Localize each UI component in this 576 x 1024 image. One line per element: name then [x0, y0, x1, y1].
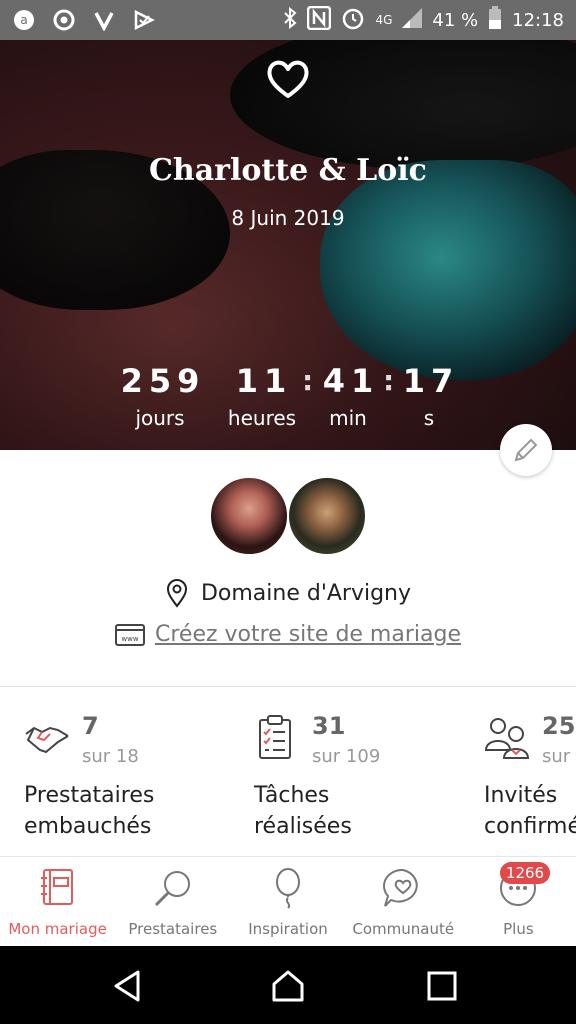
- recents-icon[interactable]: [424, 968, 460, 1004]
- stat-total: sur: [542, 746, 571, 767]
- stat-guests[interactable]: 25 sur Invités confirmés: [484, 712, 576, 852]
- couple-names: Charlotte & Loïc: [149, 153, 427, 188]
- stat-value: 31: [312, 712, 346, 740]
- notification-badge: 1266: [500, 862, 550, 884]
- battery-level: 41 %: [432, 9, 479, 31]
- checklist-icon: [259, 715, 291, 759]
- stat-label-line: Prestataires: [24, 783, 155, 808]
- nfc-icon: [307, 5, 332, 35]
- handshake-icon: [25, 726, 69, 754]
- location[interactable]: Domaine d'Arvigny: [0, 578, 576, 608]
- countdown-separator: :: [302, 364, 314, 397]
- nav-communaute[interactable]: Communauté: [346, 858, 461, 946]
- stat-label-line: Invités: [484, 783, 558, 808]
- location-pin-icon: [166, 579, 187, 608]
- svg-text:www: www: [121, 635, 138, 643]
- countdown-minutes: 41: [322, 362, 380, 400]
- stat-label: Prestataires embauchés: [24, 780, 154, 842]
- stat-value: 7: [82, 712, 99, 740]
- clock: 12:18: [512, 9, 564, 31]
- countdown-hours: 11: [235, 362, 293, 400]
- guests-icon: [484, 718, 530, 759]
- nav-inspiration[interactable]: Inspiration: [230, 858, 345, 946]
- signal-icon: [402, 7, 423, 33]
- nav-label: Inspiration: [248, 920, 328, 938]
- countdown-minutes-label: min: [329, 406, 367, 430]
- stat-label-line: embauchés: [24, 814, 152, 839]
- avatar[interactable]: [209, 476, 289, 556]
- pencil-icon: [514, 438, 538, 462]
- stat-label-line: Tâches: [254, 783, 330, 808]
- countdown-seconds: 17: [402, 362, 460, 400]
- nav-label: Mon mariage: [8, 920, 107, 938]
- website-icon: www: [114, 623, 145, 646]
- back-icon[interactable]: [110, 968, 146, 1004]
- nav-prestataires[interactable]: Prestataires: [115, 858, 230, 946]
- stat-total: sur 18: [82, 746, 139, 767]
- status-bar: a 4G 41 % 12:18: [0, 0, 576, 40]
- countdown-days-label: jours: [135, 406, 185, 430]
- nav-label: Plus: [503, 920, 534, 938]
- stat-value: 25: [542, 712, 576, 740]
- chrome-icon: [52, 8, 76, 32]
- check-notification-icon: [132, 8, 156, 32]
- balloon-icon: [276, 868, 300, 909]
- stat-label: Invités confirmés: [484, 780, 576, 842]
- countdown-hours-label: heures: [227, 406, 297, 430]
- nav-mon-mariage[interactable]: Mon mariage: [0, 858, 115, 946]
- stat-label-line: réalisées: [254, 814, 352, 839]
- nav-label: Communauté: [352, 920, 455, 938]
- cover-photo[interactable]: Charlotte & Loïc 8 Juin 2019 259 jours 1…: [0, 40, 576, 450]
- avatar[interactable]: [287, 476, 367, 556]
- edit-button[interactable]: [500, 424, 552, 476]
- location-name: Domaine d'Arvigny: [200, 580, 412, 606]
- create-website-link[interactable]: www Créez votre site de mariage: [0, 622, 576, 647]
- battery-icon: [488, 5, 502, 35]
- chat-heart-icon: [383, 868, 418, 907]
- magnifier-icon: [154, 871, 190, 907]
- network-type: 4G: [375, 13, 393, 27]
- notebook-icon: [40, 869, 73, 905]
- countdown-seconds-label: s: [423, 406, 435, 430]
- create-website-link-text: Créez votre site de mariage: [154, 622, 461, 647]
- android-navigation-bar: [0, 946, 576, 1024]
- countdown-days: 259: [120, 362, 206, 400]
- bluetooth-icon: [283, 6, 297, 34]
- divider: [0, 686, 576, 687]
- stat-label: Tâches réalisées: [254, 780, 352, 842]
- wedding-date: 8 Juin 2019: [231, 206, 345, 230]
- stat-label-line: confirmés: [484, 814, 576, 839]
- svg-text:a: a: [20, 13, 27, 27]
- vinted-icon: [92, 8, 116, 32]
- stat-total: sur 109: [312, 746, 381, 767]
- nav-label: Prestataires: [128, 920, 218, 938]
- home-icon[interactable]: [270, 968, 306, 1004]
- app-notification-icon: a: [12, 8, 36, 32]
- heart-icon: [267, 60, 309, 98]
- countdown-separator: :: [383, 364, 395, 397]
- bottom-nav: Mon mariage Prestataires Inspiration Com…: [0, 858, 576, 946]
- alarm-icon: [341, 6, 365, 35]
- divider: [0, 856, 576, 857]
